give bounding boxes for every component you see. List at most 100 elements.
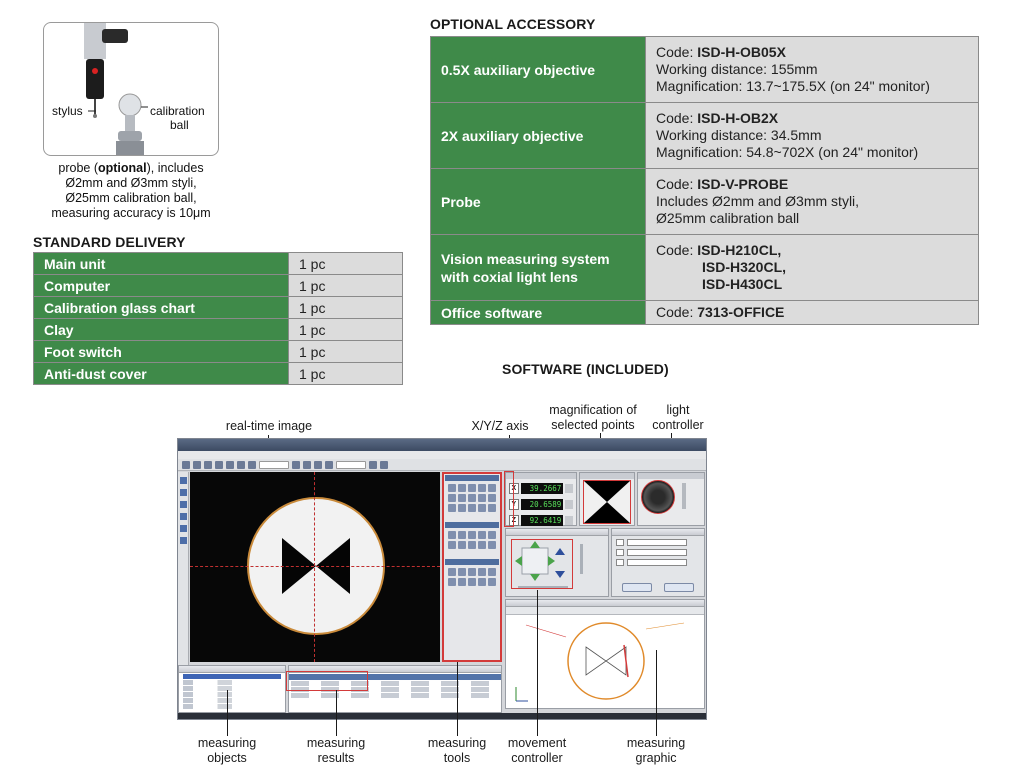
toolbar-icon xyxy=(248,461,256,469)
coordinate-panel xyxy=(611,528,705,597)
list-item[interactable] xyxy=(183,692,281,697)
caption-text: probe ( xyxy=(58,161,98,175)
tool-icon[interactable] xyxy=(458,484,466,492)
list-item[interactable] xyxy=(183,680,281,685)
rail-icon xyxy=(179,477,187,484)
table-row[interactable] xyxy=(291,693,499,698)
panel-header xyxy=(179,666,285,673)
list-item[interactable] xyxy=(183,698,281,703)
tool-icon[interactable] xyxy=(478,494,486,502)
tool-icon[interactable] xyxy=(448,578,456,586)
panel-header xyxy=(506,473,576,479)
caption-line: Ø25mm calibration ball, xyxy=(65,191,197,205)
tool-icon[interactable] xyxy=(478,578,486,586)
tool-icon[interactable] xyxy=(448,541,456,549)
list-item[interactable] xyxy=(183,674,281,679)
tool-icon[interactable] xyxy=(468,541,476,549)
graphic-toolbar xyxy=(506,607,704,615)
item-qty: 1 pc xyxy=(288,252,403,275)
tool-grid xyxy=(444,566,500,588)
leader-line xyxy=(336,690,337,736)
table-row: Vision measuring system with coxial ligh… xyxy=(430,234,979,301)
coord-label-box xyxy=(616,549,624,556)
tool-icon[interactable] xyxy=(478,568,486,576)
tool-icon[interactable] xyxy=(458,568,466,576)
tool-icon[interactable] xyxy=(448,494,456,502)
code-value: ISD-H430CL xyxy=(702,276,783,292)
item-qty: 1 pc xyxy=(288,274,403,297)
tool-icon[interactable] xyxy=(478,541,486,549)
probe-caption: probe (optional), includes Ø2mm and Ø3mm… xyxy=(30,161,232,221)
tool-icon[interactable] xyxy=(448,568,456,576)
calibration-label-ball: ball xyxy=(170,118,189,132)
tool-icon[interactable] xyxy=(458,504,466,512)
tool-icon[interactable] xyxy=(488,568,496,576)
panel-header xyxy=(445,522,499,528)
unit-box xyxy=(565,483,573,493)
tool-icon[interactable] xyxy=(488,494,496,502)
tool-icon[interactable] xyxy=(448,484,456,492)
tool-icon[interactable] xyxy=(468,568,476,576)
info-line: Working distance: 34.5mm xyxy=(656,127,822,143)
tool-icon[interactable] xyxy=(468,484,476,492)
tool-icon[interactable] xyxy=(468,494,476,502)
software-status-bar xyxy=(178,713,706,719)
z-readout: 92.6419 xyxy=(520,514,564,526)
stop-button[interactable] xyxy=(664,583,694,592)
callout-measuring-objects: measuring objects xyxy=(182,736,272,766)
table-row: Main unit 1 pc xyxy=(33,252,403,275)
toolbar-icon xyxy=(325,461,333,469)
callout-line: movement xyxy=(507,736,567,750)
software-toolbar xyxy=(178,459,706,471)
tool-icon[interactable] xyxy=(488,504,496,512)
callout-line: objects xyxy=(207,751,247,765)
accessory-info: Code: 7313-OFFICE xyxy=(645,300,979,325)
software-title-bar xyxy=(178,439,706,451)
tool-icon[interactable] xyxy=(488,578,496,586)
tool-icon[interactable] xyxy=(468,531,476,539)
light-ring[interactable] xyxy=(641,480,675,514)
tool-icon[interactable] xyxy=(458,541,466,549)
crosshair-vertical xyxy=(314,472,315,662)
item-name: Foot switch xyxy=(33,340,289,363)
toolbar-icon xyxy=(292,461,300,469)
callout-xyz-axis: X/Y/Z axis xyxy=(471,419,529,433)
list-item[interactable] xyxy=(183,686,281,691)
tool-icon[interactable] xyxy=(468,578,476,586)
tool-icon[interactable] xyxy=(458,494,466,502)
callout-line: graphic xyxy=(635,751,677,765)
software-heading: SOFTWARE (INCLUDED) xyxy=(502,361,669,377)
tool-icon[interactable] xyxy=(468,504,476,512)
tool-icon[interactable] xyxy=(458,578,466,586)
coord-field[interactable] xyxy=(627,559,687,566)
tool-icon[interactable] xyxy=(478,531,486,539)
tool-icon[interactable] xyxy=(488,541,496,549)
callout-line: selected points xyxy=(551,418,635,432)
caption-line: measuring accuracy is 10μm xyxy=(51,206,211,220)
accessory-name: 0.5X auxiliary objective xyxy=(430,36,646,103)
info-line: Ø25mm calibration ball xyxy=(656,210,800,226)
toolbar-select xyxy=(259,461,289,469)
tool-icon[interactable] xyxy=(448,531,456,539)
tool-grid xyxy=(444,529,500,551)
tool-icon[interactable] xyxy=(488,484,496,492)
list-item[interactable] xyxy=(183,704,281,709)
coord-field[interactable] xyxy=(627,539,687,546)
software-menu-bar xyxy=(178,451,706,459)
toolbar-icon xyxy=(182,461,190,469)
code-value: 7313-OFFICE xyxy=(697,304,785,320)
callout-line: tools xyxy=(443,751,471,765)
standard-delivery-heading: STANDARD DELIVERY xyxy=(33,234,186,250)
tool-icon[interactable] xyxy=(458,531,466,539)
light-slider[interactable] xyxy=(682,483,686,509)
tool-icon[interactable] xyxy=(488,531,496,539)
callout-light-controller: light controller xyxy=(643,403,713,433)
coord-field[interactable] xyxy=(627,549,687,556)
coord-row xyxy=(616,539,700,546)
tool-icon[interactable] xyxy=(478,484,486,492)
info-line: Working distance: 155mm xyxy=(656,61,818,77)
tool-icon[interactable] xyxy=(478,504,486,512)
move-button[interactable] xyxy=(622,583,652,592)
tool-icon[interactable] xyxy=(448,504,456,512)
optional-accessory-heading: OPTIONAL ACCESSORY xyxy=(430,16,596,32)
